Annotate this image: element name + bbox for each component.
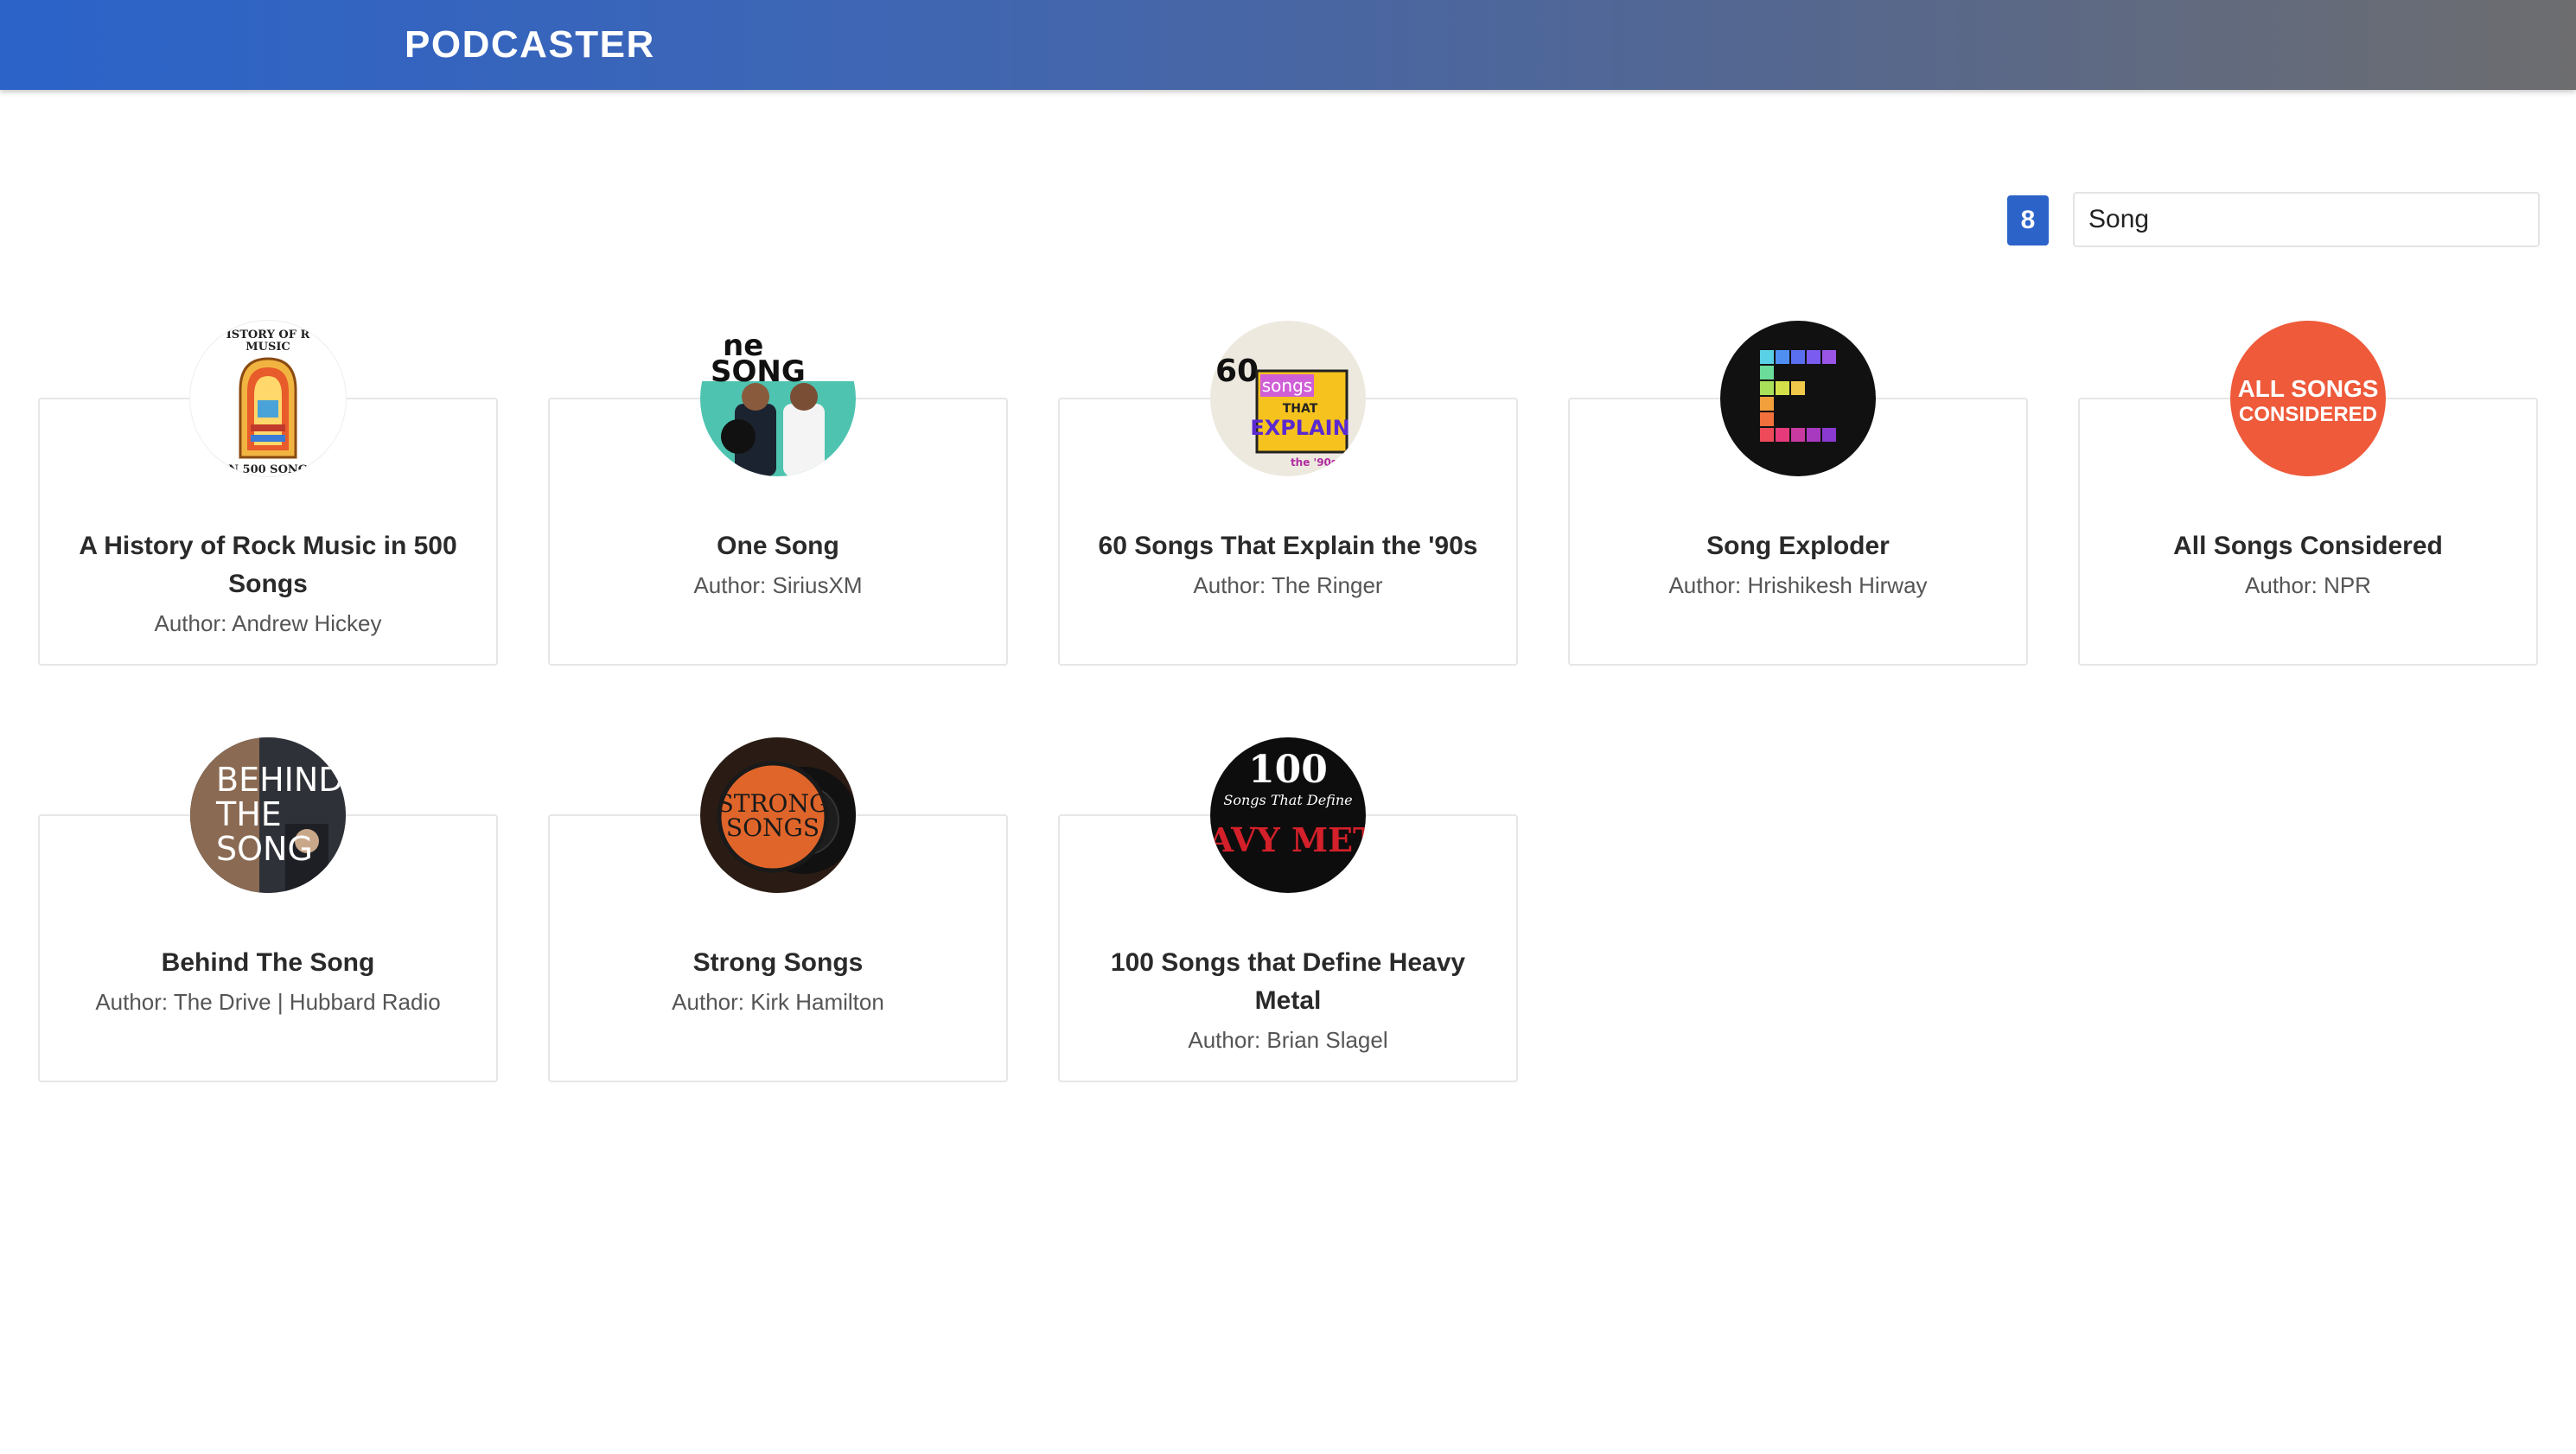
cover-text: SONGS	[726, 813, 819, 842]
podcast-author: Author: Andrew Hickey	[154, 610, 382, 636]
podcast-cover-image[interactable]: BEHIND THE SONG	[190, 737, 346, 893]
cover-text: CONSIDERED	[2239, 403, 2377, 426]
cover-text: THAT	[1283, 402, 1318, 416]
top-app-bar: PODCASTER	[0, 0, 2576, 90]
podcast-author: Author: Hrishikesh Hirway	[1668, 572, 1928, 598]
app-logo-text[interactable]: PODCASTER	[405, 22, 655, 67]
podcast-author: Author: Brian Slagel	[1188, 1027, 1388, 1053]
podcast-author: Author: NPR	[2245, 572, 2371, 598]
podcast-cover-image[interactable]: STRONG SONGS	[700, 737, 856, 893]
podcast-cover-image[interactable]: ALL SONGS CONSIDERED	[2230, 321, 2386, 476]
cover-text: ALL SONGS	[2238, 375, 2379, 402]
cover-text: ISTORY OF R	[226, 328, 310, 341]
cover-text: SONG	[216, 830, 313, 868]
podcast-title: 100 Songs that Define Heavy Metal	[1110, 948, 1466, 1015]
cover-text: songs	[1262, 375, 1312, 396]
podcast-title: Strong Songs	[692, 948, 864, 977]
podcast-title: All Songs Considered	[2173, 532, 2443, 560]
search-input[interactable]	[2073, 192, 2540, 247]
cover-text: HEAVY METAL	[1210, 820, 1366, 859]
podcast-author: Author: SiriusXM	[693, 572, 863, 598]
podcast-author: Author: The Drive | Hubbard Radio	[95, 989, 441, 1015]
podcast-author: Author: The Ringer	[1193, 572, 1383, 598]
cover-text: BEHIND	[216, 761, 344, 799]
podcast-title: 60 Songs That Explain the '90s	[1098, 532, 1478, 560]
cover-text: 100	[1248, 748, 1328, 792]
podcast-author: Author: Kirk Hamilton	[672, 989, 884, 1015]
cover-text: EXPLAIN	[1250, 416, 1349, 440]
cover-text: THE	[215, 795, 282, 833]
podcast-cover-image[interactable]: ISTORY OF R MUSIC N 500 SONG	[190, 321, 346, 476]
cover-text: Songs That Define	[1223, 792, 1352, 808]
cover-text: 60	[1215, 354, 1259, 389]
podcast-title: Behind The Song	[161, 948, 375, 977]
podcast-title: A History of Rock Music in 500 Songs	[79, 532, 457, 598]
podcast-cover-image[interactable]	[1720, 321, 1876, 476]
cover-text: MUSIC	[245, 341, 290, 354]
podcast-cover-image[interactable]: ne SONG	[700, 321, 856, 476]
podcast-title: Song Exploder	[1706, 532, 1890, 560]
result-count-badge: 8	[2007, 195, 2049, 246]
podcast-title: One Song	[717, 532, 839, 560]
podcast-cover-image[interactable]: 100 Songs That Define HEAVY METAL	[1210, 737, 1366, 893]
podcast-cover-image[interactable]: 60 songs THAT EXPLAIN the '90s	[1210, 321, 1366, 476]
